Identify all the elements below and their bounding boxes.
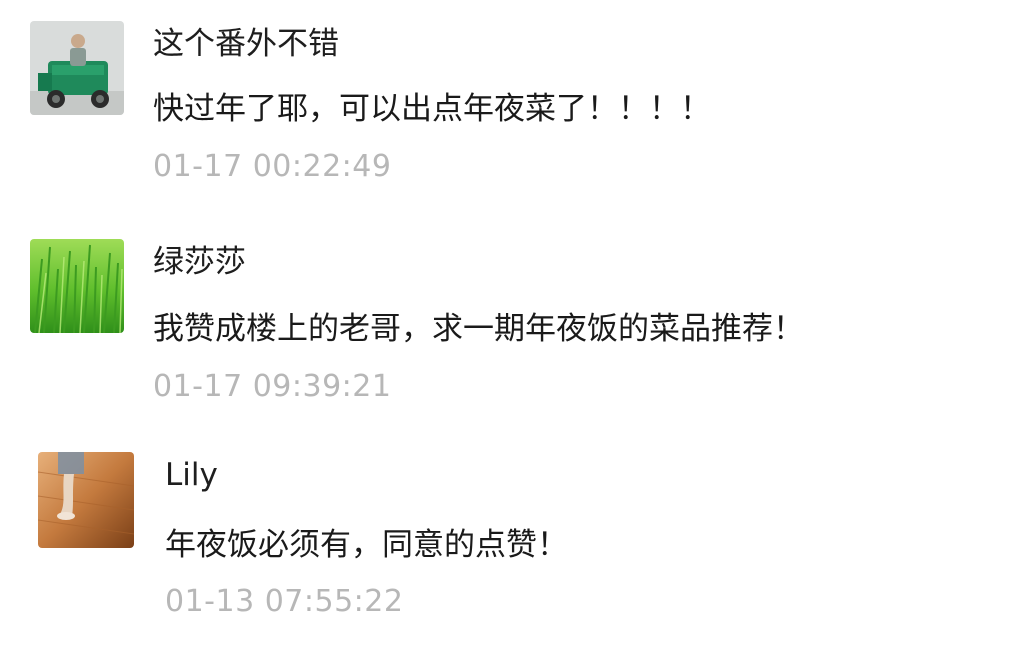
- comment-author[interactable]: Lily: [165, 460, 218, 491]
- man-on-green-tricycle-photo-icon: [30, 21, 124, 115]
- comment-timestamp: 01-13 07:55:22: [165, 584, 404, 619]
- comment-text: 快过年了耶，可以出点年夜菜了！！！！: [153, 91, 711, 127]
- green-grass-photo-icon: [30, 239, 124, 333]
- comment-text: 我赞成楼上的老哥，求一期年夜饭的菜品推荐！: [153, 311, 804, 347]
- avatar[interactable]: [38, 452, 134, 548]
- comment-timestamp: 01-17 09:39:21: [153, 369, 392, 404]
- comment-author[interactable]: 绿莎莎: [153, 247, 246, 278]
- avatar[interactable]: [30, 21, 124, 115]
- avatar[interactable]: [30, 239, 124, 333]
- comment-item: Lily 年夜饭必须有，同意的点赞！ 01-13 07:55:22: [0, 430, 1024, 645]
- comment-item: 这个番外不错 快过年了耶，可以出点年夜菜了！！！！ 01-17 00:22:49: [0, 0, 1024, 210]
- comment-timestamp: 01-17 00:22:49: [153, 149, 392, 184]
- feet-on-wood-floor-photo-icon: [38, 452, 134, 548]
- comment-author[interactable]: 这个番外不错: [153, 29, 339, 60]
- comment-item: 绿莎莎 我赞成楼上的老哥，求一期年夜饭的菜品推荐！ 01-17 09:39:21: [0, 210, 1024, 430]
- comment-text: 年夜饭必须有，同意的点赞！: [165, 527, 568, 563]
